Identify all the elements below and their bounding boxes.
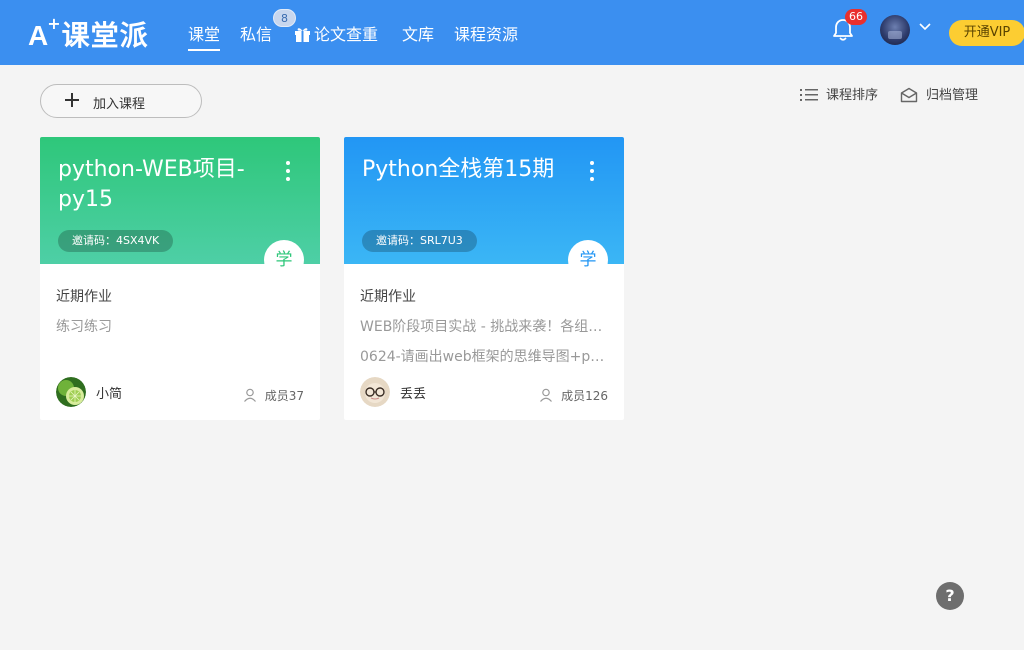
- user-avatar[interactable]: [880, 15, 910, 45]
- top-navbar: A+课堂派 课堂 私信 8 论文查重 文库 课程资源 66 开通VIP: [0, 0, 1024, 65]
- notification-badge: 66: [845, 9, 867, 25]
- gift-icon: [295, 28, 310, 42]
- homework-item[interactable]: 练习练习: [56, 316, 306, 336]
- student-role-badge: 学: [568, 240, 608, 280]
- invite-code: 邀请码：SRL7U3: [362, 230, 477, 252]
- messages-badge: 8: [273, 9, 296, 27]
- nav-messages[interactable]: 私信: [240, 21, 272, 45]
- person-icon: [243, 388, 256, 402]
- nav-classroom[interactable]: 课堂: [188, 21, 221, 51]
- course-title[interactable]: python-WEB项目-py15: [58, 155, 258, 215]
- homework-item[interactable]: 0624-请画出web框架的思维导图+python: [360, 346, 610, 366]
- course-title[interactable]: Python全栈第15期: [362, 155, 562, 185]
- glasses-avatar-image: [360, 377, 390, 407]
- list-icon: [800, 89, 818, 101]
- homework-item[interactable]: WEB阶段项目实战 - 挑战来袭！各组提交项目实战报告: [360, 316, 610, 336]
- nav-course-resources[interactable]: 课程资源: [454, 21, 518, 45]
- logo[interactable]: A+课堂派: [28, 14, 149, 54]
- invite-code: 邀请码：4SX4VK: [58, 230, 174, 252]
- more-options-icon[interactable]: [584, 161, 600, 185]
- recent-homework-title: 近期作业: [360, 289, 416, 305]
- plus-icon: [65, 93, 79, 107]
- add-course-button[interactable]: 加入课程: [40, 84, 202, 118]
- help-button[interactable]: ?: [936, 582, 964, 610]
- add-course-label: 加入课程: [93, 97, 146, 112]
- student-role-badge: 学: [264, 240, 304, 280]
- teacher-name: 小简: [96, 387, 123, 402]
- open-vip-button[interactable]: 开通VIP: [949, 20, 1024, 46]
- course-card[interactable]: python-WEB项目-py15 邀请码：4SX4VK 学 近期作业 练习练习…: [40, 137, 320, 420]
- member-count[interactable]: 成员126: [539, 387, 608, 404]
- member-count[interactable]: 成员37: [243, 387, 304, 404]
- archive-management-button[interactable]: 归档管理: [900, 84, 978, 103]
- lime-avatar-image: [56, 377, 86, 407]
- teacher-name: 丢丢: [400, 387, 427, 402]
- teacher-avatar: [360, 377, 390, 407]
- envelope-open-icon: [900, 87, 918, 103]
- recent-homework-title: 近期作业: [56, 289, 112, 305]
- teacher-avatar: [56, 377, 86, 407]
- person-icon: [540, 388, 553, 402]
- more-options-icon[interactable]: [280, 161, 296, 185]
- course-sort-button[interactable]: 课程排序: [800, 84, 878, 103]
- course-card[interactable]: Python全栈第15期 邀请码：SRL7U3 学 近期作业 WEB阶段项目实战…: [344, 137, 624, 420]
- nav-plagiarism-check[interactable]: 论文查重: [294, 21, 378, 45]
- chevron-down-icon[interactable]: [918, 22, 932, 32]
- nav-library[interactable]: 文库: [402, 21, 434, 45]
